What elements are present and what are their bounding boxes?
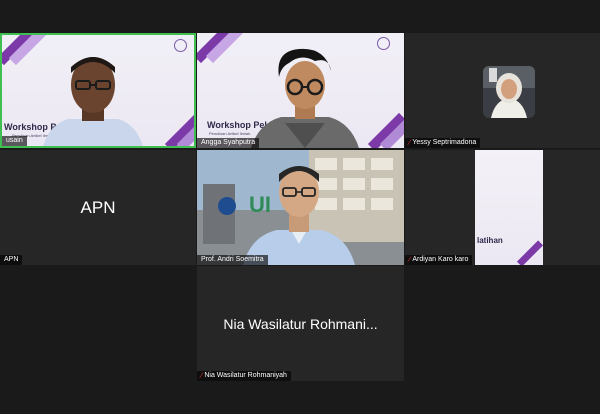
participant-name-label: usain bbox=[2, 136, 27, 146]
video-tile-apn[interactable]: APN APN bbox=[0, 150, 196, 265]
video-tile-ardiyan[interactable]: latihan ∕ Ardiyan Karo karo bbox=[405, 150, 600, 265]
participant-avatar bbox=[483, 66, 535, 118]
mic-muted-icon: ∕ bbox=[201, 371, 203, 380]
participant-display-name: APN bbox=[80, 197, 116, 217]
participant-name-label: ∕ Nia Wasilatur Rohmaniyah bbox=[197, 371, 291, 381]
video-tile-hussain[interactable]: Workshop Pelat Penulisan Artikel Ilmiah … bbox=[0, 33, 196, 148]
slide-title: latihan bbox=[477, 236, 503, 245]
participant-name-label: ∕ Yessy Septrimadona bbox=[405, 138, 481, 148]
video-tile-angga[interactable]: Workshop Pelatih Penulisan Artikel Ilmia… bbox=[197, 33, 404, 148]
participant-name-label: Angga Syahputra bbox=[197, 138, 260, 148]
video-tile-yessy[interactable]: ∕ Yessy Septrimadona bbox=[405, 33, 600, 148]
mic-muted-icon: ∕ bbox=[409, 138, 411, 147]
video-tile-andri[interactable]: UI Prof. Andri Soemitra bbox=[197, 150, 404, 265]
video-tile-nia[interactable]: Nia Wasilatur Rohmani... ∕ Nia Wasilatur… bbox=[197, 266, 404, 381]
logo-icon bbox=[174, 39, 187, 52]
participant-name-label: APN bbox=[0, 255, 23, 265]
participant-video-angga bbox=[251, 48, 359, 148]
logo-icon bbox=[377, 37, 390, 50]
participant-name-label: Prof. Andri Soemitra bbox=[197, 255, 268, 265]
participant-display-name: Nia Wasilatur Rohmani... bbox=[223, 315, 378, 332]
shared-screen-thumbnail: latihan bbox=[475, 150, 544, 265]
participant-video-hussain bbox=[43, 57, 143, 146]
participant-name-label: ∕ Ardiyan Karo karo bbox=[405, 255, 473, 265]
participant-video-andri bbox=[243, 166, 355, 265]
mic-muted-icon: ∕ bbox=[409, 255, 411, 264]
